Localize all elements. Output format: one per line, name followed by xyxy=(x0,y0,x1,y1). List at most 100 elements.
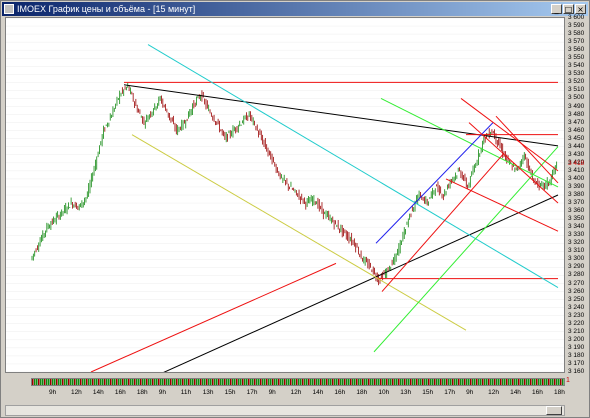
volume-bar xyxy=(42,379,44,385)
price-tick-label: 3 450 xyxy=(568,134,585,142)
minimize-button[interactable]: _ xyxy=(551,4,562,14)
volume-bar xyxy=(244,379,246,385)
volume-bar xyxy=(498,379,500,385)
volume-bar xyxy=(158,379,160,385)
volume-bar xyxy=(550,379,552,385)
price-tick-label: 3 210 xyxy=(568,327,585,335)
time-tick-label: 13h xyxy=(202,389,214,396)
volume-bar xyxy=(378,379,380,385)
window-title: IMOEX График цены и объёма - [15 минут] xyxy=(17,4,196,14)
close-button[interactable]: × xyxy=(575,4,586,14)
price-tick-label: 3 230 xyxy=(568,311,585,319)
time-tick-label: 18h xyxy=(356,389,368,396)
price-chart-area[interactable] xyxy=(5,17,565,373)
volume-bar xyxy=(384,379,386,385)
volume-bar xyxy=(92,379,94,385)
horizontal-scrollbar[interactable] xyxy=(5,405,565,416)
price-tick-label: 3 160 xyxy=(568,368,585,375)
volume-bar xyxy=(530,379,532,385)
volume-bar xyxy=(456,379,458,385)
volume-bar xyxy=(372,379,374,385)
volume-bar xyxy=(84,379,86,385)
price-tick-label: 3 240 xyxy=(568,303,585,311)
scrollbar-thumb[interactable] xyxy=(546,406,562,415)
volume-bar xyxy=(534,379,536,385)
volume-bar xyxy=(556,379,558,385)
chart-window: IMOEX График цены и объёма - [15 минут] … xyxy=(0,0,590,418)
price-tick-label: 3 180 xyxy=(568,351,585,359)
time-tick-label: 9h xyxy=(158,389,167,396)
volume-bar xyxy=(44,379,46,385)
maximize-button[interactable]: □ xyxy=(563,4,574,14)
volume-bar xyxy=(408,379,410,385)
volume-bar xyxy=(270,379,272,385)
volume-bar xyxy=(52,379,54,385)
volume-bar xyxy=(414,379,416,385)
volume-bar xyxy=(448,379,450,385)
volume-bar xyxy=(290,379,292,385)
volume-bar xyxy=(544,379,546,385)
volume-bar xyxy=(34,379,36,385)
price-tick-label: 3 170 xyxy=(568,359,585,367)
volume-bar xyxy=(524,379,526,385)
volume-bar xyxy=(388,379,390,385)
volume-bar xyxy=(38,379,40,385)
volume-bar xyxy=(104,379,106,385)
volume-bar xyxy=(118,379,120,385)
volume-bar xyxy=(460,379,462,385)
volume-bar xyxy=(190,379,192,385)
volume-bar xyxy=(342,379,344,385)
volume-bar xyxy=(492,379,494,385)
volume-bar xyxy=(88,379,90,385)
volume-bar xyxy=(112,379,114,385)
time-tick-label: 16h xyxy=(334,389,346,396)
volume-bar xyxy=(440,379,442,385)
volume-bar xyxy=(508,379,510,385)
volume-bar xyxy=(406,379,408,385)
price-tick-label: 3 520 xyxy=(568,78,585,86)
volume-bar xyxy=(412,379,414,385)
time-tick-label: 17h xyxy=(444,389,456,396)
volume-bar xyxy=(48,379,50,385)
volume-bar xyxy=(320,379,322,385)
app-icon xyxy=(4,4,14,14)
volume-bar xyxy=(136,379,138,385)
volume-bar xyxy=(124,379,126,385)
volume-bar xyxy=(560,379,562,385)
volume-bar xyxy=(274,379,276,385)
volume-bar xyxy=(62,379,64,385)
title-bar[interactable]: IMOEX График цены и объёма - [15 минут] … xyxy=(2,2,588,16)
price-tick-label: 3 270 xyxy=(568,279,585,287)
volume-bar xyxy=(206,379,208,385)
volume-bar xyxy=(430,379,432,385)
volume-bar xyxy=(264,379,266,385)
volume-bar xyxy=(496,379,498,385)
volume-bar xyxy=(256,379,258,385)
time-tick-label: 14h xyxy=(312,389,324,396)
price-tick-label: 3 580 xyxy=(568,30,585,38)
volume-bar xyxy=(74,379,76,385)
volume-bar xyxy=(306,379,308,385)
volume-bar xyxy=(212,379,214,385)
volume-bar xyxy=(494,379,496,385)
volume-bar xyxy=(390,379,392,385)
time-tick-label: 12h xyxy=(70,389,82,396)
time-tick-label: 16h xyxy=(114,389,126,396)
volume-bar xyxy=(160,379,162,385)
volume-bar xyxy=(72,379,74,385)
volume-bar xyxy=(332,379,334,385)
volume-bar xyxy=(326,379,328,385)
volume-bar xyxy=(416,379,418,385)
volume-bar xyxy=(278,379,280,385)
volume-bar xyxy=(268,379,270,385)
volume-bar xyxy=(200,379,202,385)
volume-bar xyxy=(410,379,412,385)
price-tick-label: 3 400 xyxy=(568,174,585,182)
volume-bar xyxy=(316,379,318,385)
volume-bar xyxy=(258,379,260,385)
volume-bar xyxy=(242,379,244,385)
volume-bar xyxy=(216,379,218,385)
volume-bar xyxy=(426,379,428,385)
volume-bar xyxy=(266,379,268,385)
time-tick-label: 16h xyxy=(532,389,543,396)
